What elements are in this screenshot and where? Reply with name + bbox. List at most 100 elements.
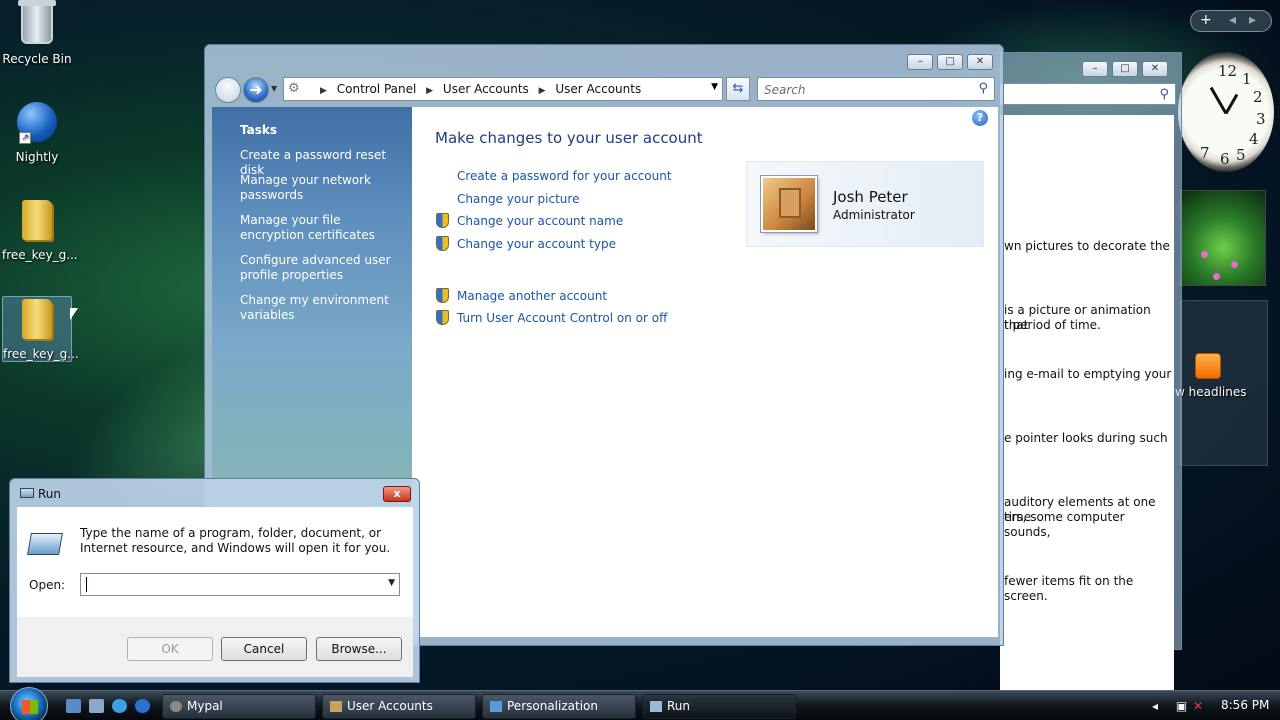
navigation-bar: ➜ ▼ ⚙ ▶ Control Panel ▶ User Accounts ▶ … (213, 75, 999, 103)
internet-explorer-icon[interactable] (112, 699, 127, 713)
taskbar-button-mypal[interactable]: Mypal (162, 694, 316, 719)
next-icon[interactable]: ▸ (1249, 12, 1256, 28)
chevron-left-icon[interactable]: ◂ (1152, 699, 1158, 713)
description-text: e pointer looks during such (1004, 431, 1168, 445)
description-text: t period of time. (1004, 318, 1101, 332)
open-combobox[interactable]: ▼ (80, 573, 400, 596)
task-link-network-passwords[interactable]: Manage your network passwords (240, 173, 400, 203)
desktop-icon-folder[interactable]: free_key_g... (2, 198, 78, 262)
start-button[interactable] (10, 687, 48, 720)
switch-windows-icon[interactable] (89, 699, 104, 713)
user-accounts-icon (330, 701, 342, 712)
desktop-icon-folder-selected[interactable]: free_key_g... (2, 296, 79, 362)
task-link-encryption-certificates[interactable]: Manage your file encryption certificates (240, 213, 400, 243)
taskbar: Mypal User Accounts Personalization Run … (0, 687, 1280, 720)
taskbar-button-user-accounts[interactable]: User Accounts (322, 694, 476, 719)
minimize-button[interactable]: – (1082, 61, 1108, 77)
clock-number: 12 (1218, 62, 1238, 80)
dialog-title: Run (38, 487, 62, 501)
ok-button[interactable]: OK (127, 637, 213, 661)
folder-icon (15, 299, 59, 343)
mouse-cursor-icon (70, 308, 78, 320)
slideshow-gadget[interactable] (1180, 190, 1266, 286)
avatar[interactable] (760, 175, 818, 233)
back-button[interactable] (215, 77, 241, 103)
close-button[interactable]: ✕ (967, 54, 993, 70)
desktop-icon-label: free_key_g... (2, 248, 78, 262)
sidebar-controls[interactable]: + ◂ ▸ (1190, 10, 1272, 32)
search-icon[interactable]: ⚲ (1159, 87, 1169, 102)
address-dropdown-icon[interactable]: ▼ (711, 82, 718, 92)
search-input[interactable]: Search ⚲ (757, 77, 995, 101)
recycle-bin-icon (15, 0, 59, 48)
maximize-button[interactable]: □ (1112, 61, 1138, 77)
taskbar-button-run[interactable]: Run (642, 694, 796, 719)
help-icon[interactable]: ? (972, 110, 988, 126)
refresh-button[interactable]: ⇆ (726, 77, 750, 101)
desktop-icon-nightly[interactable]: ↗ Nightly (2, 100, 72, 164)
forward-button[interactable]: ➜ (243, 77, 269, 103)
text-cursor (86, 577, 87, 592)
link-change-account-type[interactable]: Change your account type (457, 237, 616, 251)
link-change-account-name[interactable]: Change your account name (457, 214, 623, 228)
network-icon[interactable]: ▣ (1176, 699, 1187, 713)
run-icon (650, 701, 662, 712)
prev-icon[interactable]: ◂ (1229, 12, 1236, 28)
run-program-icon (27, 533, 63, 555)
task-link-environment-variables[interactable]: Change my environment variables (240, 293, 400, 323)
clock-number: 3 (1256, 110, 1266, 128)
user-card: Josh Peter Administrator (746, 161, 984, 247)
windows-logo-icon (22, 700, 38, 714)
run-dialog[interactable]: Run x Type the name of a program, folder… (9, 478, 420, 683)
add-gadget-icon[interactable]: + (1200, 12, 1212, 28)
maximize-button[interactable]: □ (937, 54, 964, 70)
nightly-browser-icon: ↗ (15, 102, 59, 146)
close-button[interactable]: ✕ (1142, 61, 1168, 77)
link-create-password[interactable]: Create a password for your account (457, 169, 672, 183)
taskbar-button-label: User Accounts (347, 699, 433, 713)
link-user-account-control[interactable]: Turn User Account Control on or off (457, 311, 667, 325)
personalization-content: wn pictures to decorate the is a picture… (1000, 115, 1174, 693)
clock-gadget[interactable]: 12 1 2 3 4 5 6 7 (1178, 52, 1274, 172)
taskbar-button-label: Personalization (507, 699, 598, 713)
taskbar-button-label: Run (667, 699, 691, 713)
clock-time[interactable]: 8:56 PM (1221, 698, 1269, 712)
show-desktop-icon[interactable] (66, 699, 81, 713)
search-icon[interactable]: ⚲ (978, 81, 988, 96)
browser-icon[interactable] (135, 699, 150, 713)
open-label: Open: (29, 578, 66, 592)
clock-number: 2 (1253, 88, 1263, 106)
clock-number: 7 (1200, 144, 1210, 162)
chevron-down-icon[interactable]: ▼ (388, 578, 395, 588)
tasks-pane: Tasks Create a password reset disk Manag… (212, 107, 412, 539)
breadcrumb-item[interactable]: User Accounts (443, 82, 529, 96)
address-bar[interactable]: ⚙ ▶ Control Panel ▶ User Accounts ▶ User… (283, 77, 723, 101)
mypal-icon (170, 701, 182, 712)
feed-headlines-gadget[interactable]: w headlines (1175, 300, 1268, 466)
desktop-icon-recycle-bin[interactable]: Recycle Bin (2, 0, 72, 66)
task-link-profile-properties[interactable]: Configure advanced user profile properti… (240, 253, 400, 283)
user-name: Josh Peter (833, 188, 908, 206)
desktop-icon-label: free_key_g... (3, 347, 79, 361)
taskbar-button-personalization[interactable]: Personalization (482, 694, 636, 719)
dialog-description: Type the name of a program, folder, docu… (80, 526, 391, 555)
user-role: Administrator (833, 208, 915, 222)
link-manage-another-account[interactable]: Manage another account (457, 289, 607, 303)
search-placeholder: Search (764, 83, 806, 97)
notification-area: ◂ ▣ ✕ (1152, 699, 1203, 713)
browse-button[interactable]: Browse... (316, 637, 402, 661)
search-input[interactable]: ⚲ (1000, 83, 1176, 105)
breadcrumb-item[interactable]: User Accounts (555, 82, 641, 96)
volume-muted-icon[interactable]: ✕ (1193, 699, 1203, 713)
breadcrumb-item[interactable]: Control Panel (337, 82, 417, 96)
close-button[interactable]: x (383, 486, 411, 502)
cancel-button[interactable]: Cancel (221, 637, 307, 661)
personalization-window[interactable]: – □ ✕ ⚲ wn pictures to decorate the is a… (1000, 52, 1182, 693)
recent-pages-dropdown-icon[interactable]: ▼ (271, 84, 277, 93)
description-text: ing e-mail to emptying your (1004, 367, 1172, 381)
clock-number: 1 (1242, 70, 1252, 88)
minimize-button[interactable]: – (907, 54, 934, 70)
personalization-icon (490, 701, 502, 712)
link-change-picture[interactable]: Change your picture (457, 192, 579, 206)
main-content: ? Make changes to your user account Crea… (412, 107, 998, 637)
